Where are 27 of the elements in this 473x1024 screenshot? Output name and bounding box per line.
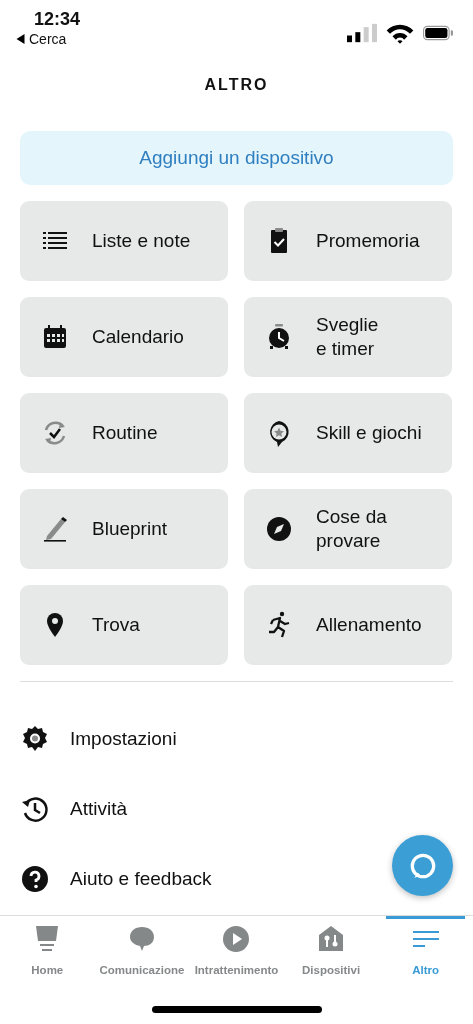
- voice-assistant-button[interactable]: [392, 835, 453, 896]
- menu-tile[interactable]: Routine: [20, 393, 228, 473]
- play-icon: [221, 924, 252, 954]
- menu-item[interactable]: Impostazioni: [0, 704, 473, 774]
- menu-item[interactable]: Attività: [0, 774, 473, 844]
- menu-tile[interactable]: Skill e giochi: [244, 393, 452, 473]
- add-device-button[interactable]: Aggiungi un dispositivo: [20, 131, 453, 185]
- menu-tile[interactable]: Liste e note: [20, 201, 228, 281]
- page-title: ALTRO: [203, 75, 270, 95]
- menu-tile[interactable]: Calendario: [20, 297, 228, 377]
- menu-tile[interactable]: Allenamento: [244, 585, 452, 665]
- menu-tile[interactable]: Trova: [20, 585, 228, 665]
- back-arrow-icon: [16, 34, 25, 44]
- nav-tab[interactable]: Dispositivi: [283, 916, 379, 985]
- help-icon: [20, 864, 50, 894]
- menu-tile[interactable]: Sveglie e timer: [244, 297, 452, 377]
- menu-tile[interactable]: Promemoria: [244, 201, 452, 281]
- nav-tab[interactable]: Comunicazione: [94, 916, 190, 985]
- back-link[interactable]: Cerca: [16, 30, 81, 48]
- nav-tab[interactable]: Intrattenimento: [189, 916, 284, 985]
- status-time: 12:34: [34, 8, 81, 30]
- menu-tile[interactable]: Cose da provare: [244, 489, 452, 569]
- compass-icon: [264, 514, 294, 544]
- nav-tab[interactable]: Home: [0, 916, 95, 985]
- menu-tile[interactable]: Blueprint: [20, 489, 228, 569]
- history-clock-icon: [20, 794, 50, 824]
- menu-item[interactable]: Aiuto e feedback: [0, 844, 473, 914]
